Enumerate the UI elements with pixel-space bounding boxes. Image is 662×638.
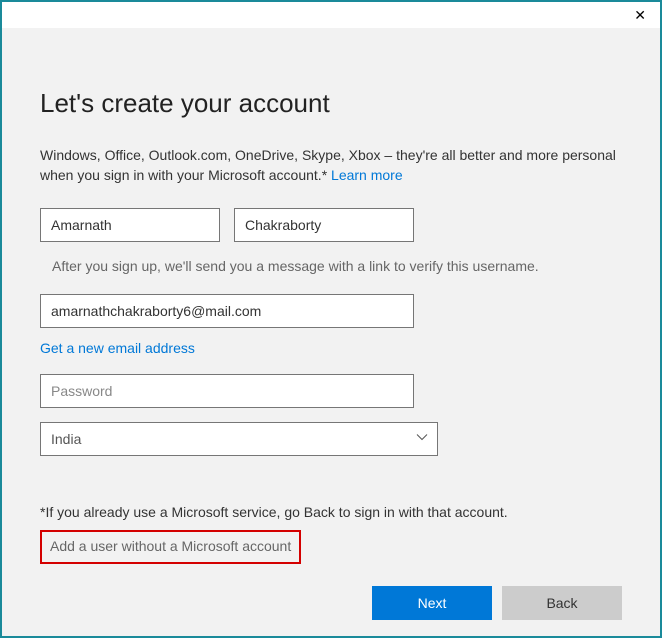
last-name-field[interactable] bbox=[234, 208, 414, 242]
dialog-content: Let's create your account Windows, Offic… bbox=[2, 28, 660, 620]
country-select-wrap: India bbox=[40, 422, 438, 456]
existing-account-note: *If you already use a Microsoft service,… bbox=[40, 504, 622, 520]
create-account-dialog: ✕ Let's create your account Windows, Off… bbox=[0, 0, 662, 638]
get-new-email-link[interactable]: Get a new email address bbox=[40, 340, 195, 356]
button-row: Next Back bbox=[40, 586, 622, 620]
learn-more-link[interactable]: Learn more bbox=[331, 167, 403, 183]
country-select[interactable]: India bbox=[40, 422, 438, 456]
next-button[interactable]: Next bbox=[372, 586, 492, 620]
back-button[interactable]: Back bbox=[502, 586, 622, 620]
password-field[interactable] bbox=[40, 374, 414, 408]
verify-hint: After you sign up, we'll send you a mess… bbox=[40, 256, 622, 276]
titlebar: ✕ bbox=[2, 2, 660, 28]
close-icon[interactable]: ✕ bbox=[634, 8, 646, 22]
name-row bbox=[40, 208, 622, 242]
no-msa-highlight: Add a user without a Microsoft account bbox=[40, 530, 301, 564]
page-title: Let's create your account bbox=[40, 88, 622, 119]
first-name-field[interactable] bbox=[40, 208, 220, 242]
email-field[interactable] bbox=[40, 294, 414, 328]
new-email-row: Get a new email address bbox=[40, 340, 622, 358]
intro-text-body: Windows, Office, Outlook.com, OneDrive, … bbox=[40, 147, 616, 183]
add-user-without-msa-link[interactable]: Add a user without a Microsoft account bbox=[50, 538, 291, 554]
intro-text: Windows, Office, Outlook.com, OneDrive, … bbox=[40, 145, 622, 186]
